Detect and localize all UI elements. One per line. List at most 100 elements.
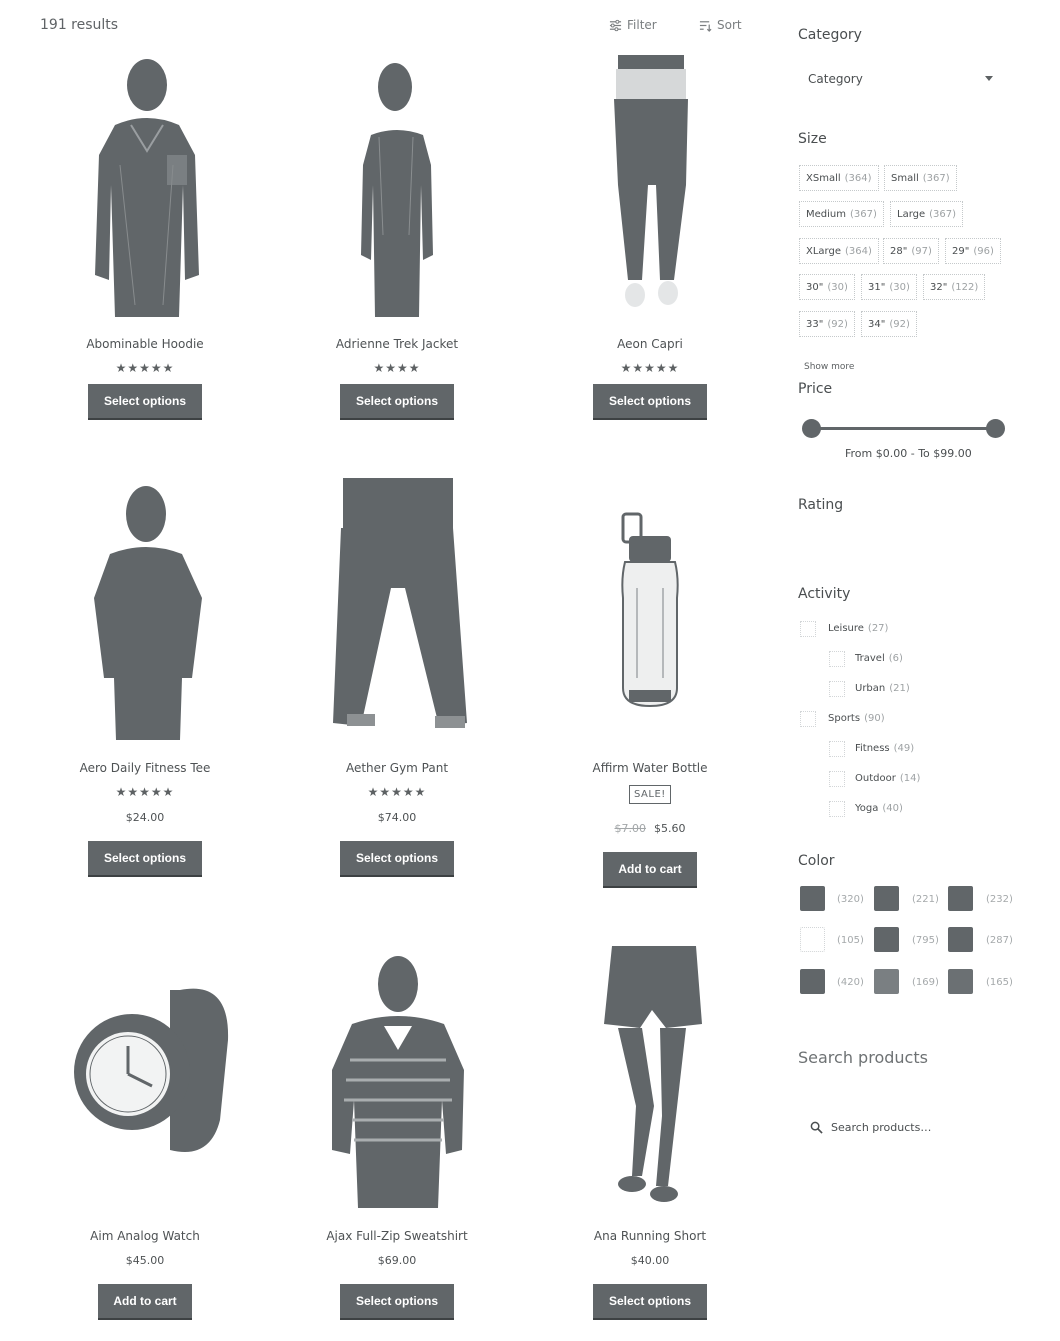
activity-checkbox[interactable] — [829, 801, 845, 817]
activity-checkbox[interactable] — [829, 771, 845, 787]
product-image[interactable] — [590, 946, 710, 1208]
select-options-button[interactable]: Select options — [340, 384, 454, 420]
size-chip[interactable]: 30" (30) — [799, 274, 855, 300]
select-options-button[interactable]: Select options — [340, 1284, 454, 1320]
color-swatch[interactable] — [948, 886, 973, 911]
size-chip[interactable]: 28" (97) — [883, 238, 939, 264]
product-rating: ★★★★★ — [115, 361, 175, 375]
rating-heading: Rating — [798, 497, 844, 513]
size-chip-label: XSmall — [806, 172, 841, 184]
product-image[interactable] — [590, 55, 710, 317]
select-options-button[interactable]: Select options — [88, 841, 202, 877]
filter-icon — [609, 19, 622, 31]
sort-button[interactable]: Sort — [699, 18, 742, 32]
product-sale-price: $5.60 — [654, 822, 686, 835]
select-options-button[interactable]: Select options — [593, 1284, 707, 1320]
size-chip[interactable]: 34" (92) — [861, 311, 917, 337]
filter-button[interactable]: Filter — [609, 18, 657, 32]
color-swatch[interactable] — [874, 886, 899, 911]
color-swatch[interactable] — [800, 927, 825, 952]
product-image[interactable] — [337, 55, 457, 317]
color-swatch[interactable] — [948, 927, 973, 952]
color-count: (320) — [837, 894, 864, 905]
size-chip[interactable]: Medium (367) — [799, 201, 884, 227]
activity-checkbox[interactable] — [829, 741, 845, 757]
add-to-cart-button[interactable]: Add to cart — [603, 852, 697, 888]
size-chip[interactable]: 33" (92) — [799, 311, 855, 337]
product-card: Aether Gym Pant ★★★★★ $74.00 Select opti… — [297, 478, 497, 878]
product-image[interactable] — [75, 55, 215, 317]
product-title[interactable]: Aether Gym Pant — [297, 761, 497, 775]
size-chip-count: (364) — [845, 245, 872, 257]
product-image[interactable] — [60, 950, 230, 1180]
product-image[interactable] — [317, 478, 477, 740]
color-count: (420) — [837, 977, 864, 988]
color-swatch[interactable] — [874, 969, 899, 994]
price-slider-min-handle[interactable] — [802, 419, 821, 438]
select-options-button[interactable]: Select options — [340, 841, 454, 877]
size-chip[interactable]: Large (367) — [890, 201, 964, 227]
product-title[interactable]: Adrienne Trek Jacket — [297, 337, 497, 351]
color-swatch[interactable] — [800, 886, 825, 911]
product-title[interactable]: Ana Running Short — [550, 1229, 750, 1243]
size-chip-count: (92) — [827, 318, 848, 330]
select-options-button[interactable]: Select options — [88, 384, 202, 420]
product-card: Ana Running Short $40.00 Select options — [550, 946, 750, 1330]
activity-count: (21) — [889, 683, 910, 694]
product-title[interactable]: Affirm Water Bottle — [550, 761, 750, 775]
activity-item[interactable]: Outdoor (14) — [855, 773, 920, 784]
search-box[interactable] — [798, 1110, 1003, 1144]
size-chip-label: 31" — [868, 281, 886, 293]
results-count: 191 results — [40, 17, 119, 33]
price-slider-max-handle[interactable] — [986, 419, 1005, 438]
size-chip[interactable]: XLarge (364) — [799, 238, 879, 264]
activity-checkbox[interactable] — [800, 621, 816, 637]
product-image[interactable] — [615, 478, 685, 740]
color-swatch[interactable] — [948, 969, 973, 994]
product-image[interactable] — [80, 478, 210, 740]
product-title[interactable]: Abominable Hoodie — [45, 337, 245, 351]
size-chip-label: Small — [891, 172, 919, 184]
select-options-button[interactable]: Select options — [593, 384, 707, 420]
color-heading: Color — [798, 853, 835, 869]
activity-item[interactable]: Leisure (27) — [828, 623, 888, 634]
activity-label: Fitness — [855, 743, 890, 754]
size-chip-label: 28" — [890, 245, 908, 257]
search-input[interactable] — [831, 1120, 991, 1134]
activity-item[interactable]: Yoga (40) — [855, 803, 903, 814]
add-to-cart-button[interactable]: Add to cart — [98, 1284, 192, 1320]
size-chip[interactable]: 31" (30) — [861, 274, 917, 300]
activity-item[interactable]: Sports (90) — [828, 713, 885, 724]
sale-badge: SALE! — [629, 785, 671, 804]
product-title[interactable]: Ajax Full-Zip Sweatshirt — [297, 1229, 497, 1243]
activity-item[interactable]: Urban (21) — [855, 683, 910, 694]
activity-checkbox[interactable] — [829, 681, 845, 697]
product-title[interactable]: Aero Daily Fitness Tee — [45, 761, 245, 775]
product-rating: ★★★★ — [373, 361, 421, 375]
color-swatch[interactable] — [800, 969, 825, 994]
product-title[interactable]: Aim Analog Watch — [45, 1229, 245, 1243]
size-chip[interactable]: 29" (96) — [945, 238, 1001, 264]
show-more-link[interactable]: Show more — [804, 362, 854, 370]
category-select[interactable]: Category — [798, 63, 1003, 95]
activity-count: (49) — [893, 743, 915, 754]
search-icon — [810, 1121, 823, 1134]
size-chip[interactable]: XSmall (364) — [799, 165, 879, 191]
size-chip-count: (96) — [973, 245, 994, 257]
size-chip[interactable]: 32" (122) — [923, 274, 986, 300]
price-heading: Price — [798, 381, 833, 397]
price-slider-track[interactable] — [811, 427, 995, 430]
activity-item[interactable]: Travel (6) — [855, 653, 903, 664]
color-swatch[interactable] — [874, 927, 899, 952]
activity-item[interactable]: Fitness (49) — [855, 743, 914, 754]
activity-label: Leisure — [828, 623, 864, 634]
product-image[interactable] — [322, 950, 472, 1208]
product-card: Aeon Capri ★★★★★ Select options — [550, 55, 750, 425]
activity-checkbox[interactable] — [829, 651, 845, 667]
size-chip[interactable]: Small (367) — [884, 165, 957, 191]
size-chip-count: (92) — [889, 318, 910, 330]
sort-label: Sort — [717, 18, 742, 32]
product-title[interactable]: Aeon Capri — [550, 337, 750, 351]
product-card: SALE! $7.00 $5.60 Affirm Water Bottle Add… — [550, 478, 750, 898]
activity-checkbox[interactable] — [800, 711, 816, 727]
